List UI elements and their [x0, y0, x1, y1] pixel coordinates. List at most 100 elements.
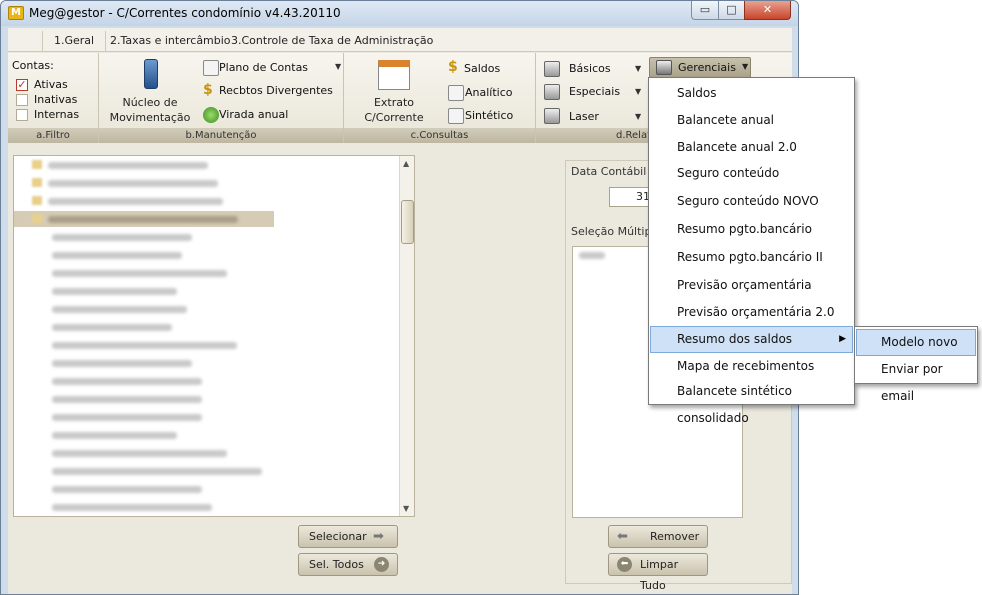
plano-contas-button[interactable]: Plano de Contas: [219, 61, 308, 74]
menu-item-resumo-pgto-bancario[interactable]: Resumo pgto.bancário: [650, 216, 853, 243]
tree-node[interactable]: [14, 193, 399, 209]
sel-todos-button[interactable]: Sel. Todos ➜: [298, 553, 398, 576]
circle-arrow-right-icon: ➜: [374, 557, 389, 572]
limpar-tudo-label: Limpar Tudo: [640, 558, 679, 592]
maximize-button[interactable]: □: [718, 1, 745, 20]
arrow-left-icon: ⬅: [617, 529, 628, 544]
tree-leaf[interactable]: [14, 481, 399, 497]
tree-leaf[interactable]: [14, 247, 399, 263]
tree-node[interactable]: [14, 157, 399, 173]
menu-item-balancete-sintetico-consolidado[interactable]: Balancete sintético consolidado: [650, 378, 853, 425]
printer-icon: [544, 61, 560, 77]
tree-leaf[interactable]: [14, 445, 399, 461]
group-manutencao: Núcleo de Movimentação Plano de Contas ▼…: [99, 53, 344, 143]
plano-dropdown-icon[interactable]: ▼: [335, 62, 341, 71]
selecionar-button[interactable]: Selecionar ➡: [298, 525, 398, 548]
contas-label: Contas:: [12, 59, 54, 72]
recbtos-divergentes-button[interactable]: Recbtos Divergentes: [219, 84, 333, 97]
menu-item-balancete-anual-2[interactable]: Balancete anual 2.0: [650, 134, 853, 161]
tab-geral[interactable]: 1.Geral: [54, 34, 94, 47]
sintetico-table-icon: [448, 108, 464, 124]
tree-leaf[interactable]: [14, 283, 399, 299]
laser-dropdown-icon[interactable]: ▼: [635, 112, 641, 121]
basicos-button[interactable]: Básicos: [569, 62, 611, 75]
menu-item-balancete-anual[interactable]: Balancete anual: [650, 107, 853, 134]
plan-table-icon: [203, 60, 219, 76]
scroll-thumb[interactable]: [401, 200, 414, 244]
scroll-up-icon[interactable]: ▲: [403, 159, 409, 168]
refresh-green-icon: [203, 107, 219, 123]
tree-leaf[interactable]: [14, 463, 399, 479]
inativas-checkbox[interactable]: [16, 94, 28, 106]
tree-leaf[interactable]: [14, 409, 399, 425]
tab-controle-taxa[interactable]: 3.Controle de Taxa de Administração: [231, 34, 433, 47]
minimize-button[interactable]: ▭: [691, 1, 719, 20]
selecionar-label: Selecionar: [309, 530, 367, 543]
tree-leaf[interactable]: [14, 391, 399, 407]
ativas-checkbox[interactable]: ✓: [16, 79, 28, 91]
condominium-tree[interactable]: ▲ ▼: [13, 155, 415, 517]
title-bar[interactable]: M Meg@gestor - C/Correntes condomínio v4…: [1, 1, 798, 26]
close-button[interactable]: ✕: [744, 1, 791, 20]
tab-taxas[interactable]: 2.Taxas e intercâmbio: [110, 34, 231, 47]
resumo-saldos-submenu: Modelo novo Enviar por email: [854, 326, 978, 403]
especiais-button[interactable]: Especiais: [569, 85, 620, 98]
tree-leaf[interactable]: [14, 427, 399, 443]
laser-button[interactable]: Laser: [569, 110, 599, 123]
basicos-dropdown-icon[interactable]: ▼: [635, 64, 641, 73]
list-item[interactable]: [579, 252, 605, 259]
gerenciais-label: Gerenciais: [678, 61, 736, 74]
app-logo-icon: M: [8, 6, 24, 20]
tree-leaf[interactable]: [14, 319, 399, 335]
analitico-button[interactable]: Analítico: [465, 86, 513, 99]
tree-leaf[interactable]: [14, 265, 399, 281]
tree-leaf[interactable]: [14, 373, 399, 389]
scroll-down-icon[interactable]: ▼: [403, 504, 409, 513]
printer-icon: [544, 108, 560, 124]
menu-item-resumo-pgto-bancario-2[interactable]: Resumo pgto.bancário II: [650, 244, 853, 271]
resumo-saldos-label: Resumo dos saldos: [677, 332, 793, 346]
inativas-label: Inativas: [34, 93, 78, 106]
analitico-table-icon: [448, 85, 464, 101]
gerenciais-dropdown-icon: ▼: [742, 62, 749, 71]
saldos-button[interactable]: Saldos: [464, 62, 500, 75]
extrato-corrente-button[interactable]: Extrato C/Corrente: [358, 57, 430, 125]
menu-item-mapa-recebimentos[interactable]: Mapa de recebimentos: [650, 353, 853, 380]
virada-anual-button[interactable]: Virada anual: [219, 108, 288, 121]
group-consultas: Extrato C/Corrente $ Saldos Analítico Si…: [344, 53, 536, 143]
submenu-item-modelo-novo[interactable]: Modelo novo: [856, 329, 976, 356]
menu-item-saldos[interactable]: Saldos: [650, 80, 853, 107]
window-title: Meg@gestor - C/Correntes condomínio v4.4…: [29, 6, 341, 20]
nucleo-movimentacao-button[interactable]: Núcleo de Movimentação: [107, 57, 193, 125]
minimize-icon: ▭: [699, 3, 711, 16]
group-label-manutencao: b.Manutenção: [99, 128, 343, 143]
internas-checkbox[interactable]: [16, 109, 28, 121]
tree-node[interactable]: [14, 175, 399, 191]
menu-item-seguro-conteudo-novo[interactable]: Seguro conteúdo NOVO: [650, 188, 853, 215]
menu-item-previsao-orcamentaria-2[interactable]: Previsão orçamentária 2.0: [650, 299, 853, 326]
menu-item-seguro-conteudo[interactable]: Seguro conteúdo: [650, 160, 853, 187]
tree-node-selected[interactable]: [14, 211, 274, 227]
menu-item-previsao-orcamentaria[interactable]: Previsão orçamentária: [650, 272, 853, 299]
calendar-icon: [378, 60, 410, 90]
tree-scrollbar[interactable]: ▲ ▼: [399, 156, 414, 516]
remover-button[interactable]: ⬅ Remover: [608, 525, 708, 548]
gerenciais-button[interactable]: Gerenciais ▼: [649, 57, 751, 78]
close-icon: ✕: [762, 3, 773, 16]
remover-label: Remover: [650, 530, 700, 543]
submenu-item-enviar-por-email[interactable]: Enviar por email: [856, 356, 976, 403]
tree-leaf[interactable]: [14, 499, 399, 515]
tree-leaf[interactable]: [14, 355, 399, 371]
submenu-arrow-icon: ▶: [839, 334, 846, 344]
data-contabil-label: Data Contábil: [571, 165, 647, 178]
menu-item-resumo-dos-saldos[interactable]: Resumo dos saldos ▶: [650, 326, 853, 353]
sintetico-button[interactable]: Sintético: [465, 109, 513, 122]
internas-label: Internas: [34, 108, 80, 121]
tree-leaf[interactable]: [14, 337, 399, 353]
especiais-dropdown-icon[interactable]: ▼: [635, 87, 641, 96]
tree-leaf[interactable]: [14, 229, 399, 245]
tree-leaf[interactable]: [14, 301, 399, 317]
group-filtro: Contas: ✓ Ativas Inativas Internas a.Fil…: [8, 53, 99, 143]
limpar-tudo-button[interactable]: ⬅ Limpar Tudo: [608, 553, 708, 592]
gerenciais-dropdown-menu: Saldos Balancete anual Balancete anual 2…: [648, 77, 855, 425]
